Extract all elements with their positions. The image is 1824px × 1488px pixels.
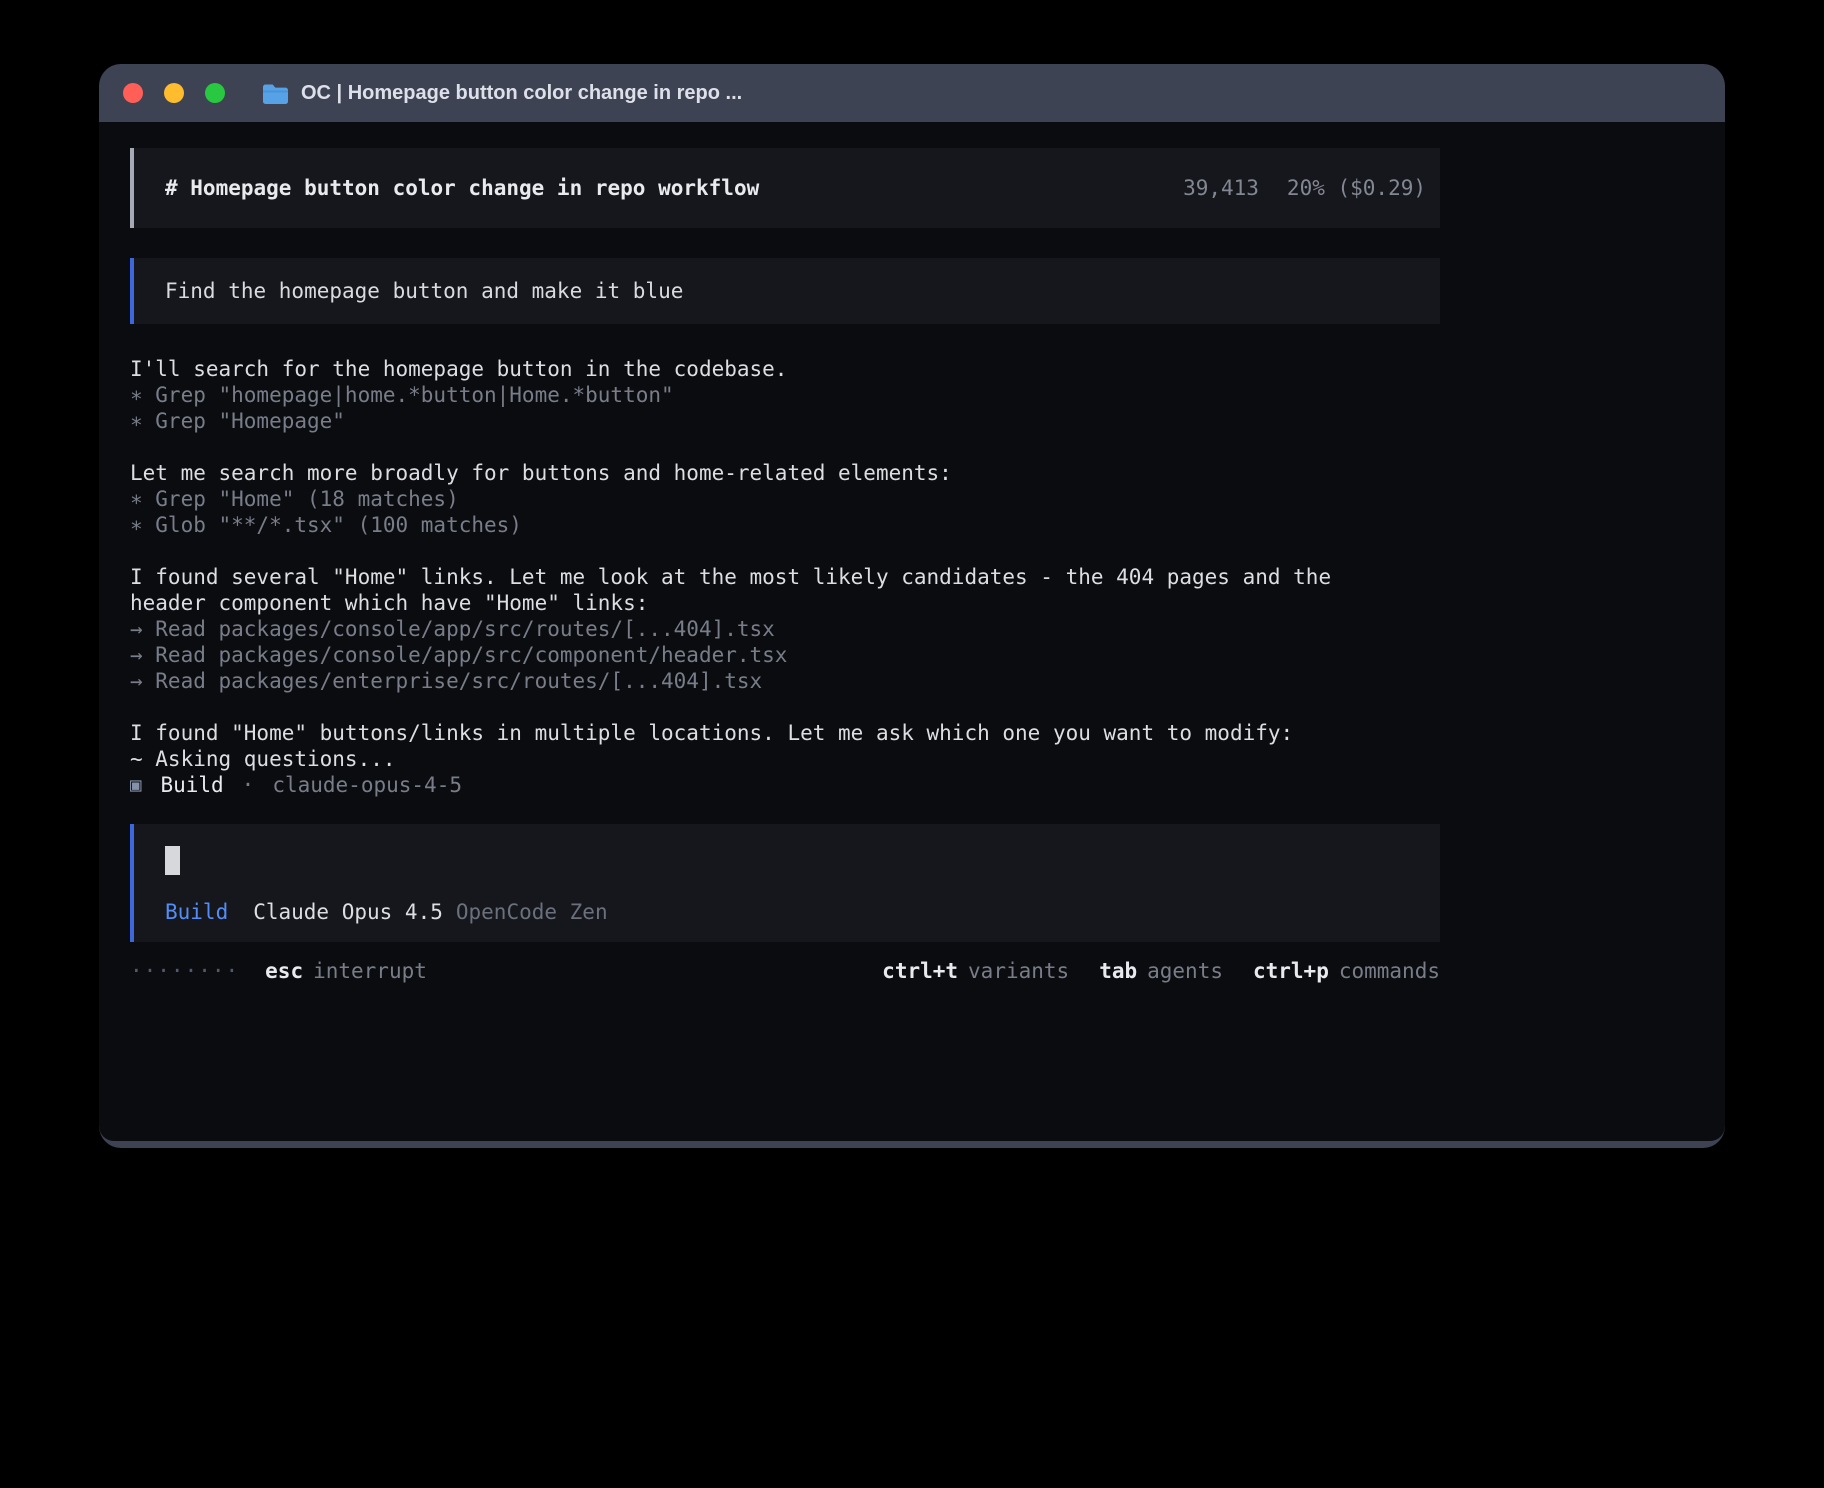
terminal-window: OC | Homepage button color change in rep…	[99, 64, 1725, 1148]
folder-icon	[262, 83, 289, 104]
window-controls	[123, 83, 225, 103]
hint-agents: tab agents	[1099, 959, 1223, 983]
status-bar-right: ctrl+t variants tab agents ctrl+p comman…	[852, 959, 1440, 983]
tui-column: # Homepage button color change in repo w…	[130, 148, 1440, 988]
hint-label: interrupt	[313, 959, 427, 983]
hint-commands: ctrl+p commands	[1253, 959, 1440, 983]
zoom-button[interactable]	[205, 83, 225, 103]
status-bar: ········ esc interrupt ctrl+t variants t…	[130, 954, 1440, 988]
file-read-line: → Read packages/console/app/src/componen…	[130, 642, 1440, 668]
close-button[interactable]	[123, 83, 143, 103]
hint-key: ctrl+p	[1253, 959, 1329, 983]
tool-call-line: ∗ Grep "Homepage"	[130, 408, 1440, 434]
mode-label: Build	[165, 899, 228, 925]
status-text: ~ Asking questions...	[130, 746, 1440, 772]
tool-call-group: ∗ Grep "homepage|home.*button|Home.*butt…	[130, 382, 1440, 434]
input-meta: Build Claude Opus 4.5 OpenCode Zen	[165, 899, 1440, 925]
terminal-content: # Homepage button color change in repo w…	[99, 122, 1725, 1141]
assistant-text: I found several "Home" links. Let me loo…	[130, 564, 1380, 616]
tool-call-group: ∗ Grep "Home" (18 matches) ∗ Glob "**/*.…	[130, 486, 1440, 538]
hint-variants: ctrl+t variants	[882, 959, 1069, 983]
separator-dot: ·	[242, 773, 255, 797]
file-read-line: → Read packages/enterprise/src/routes/[.…	[130, 668, 1440, 694]
file-read-group: → Read packages/console/app/src/routes/[…	[130, 616, 1440, 694]
agent-icon: ▣	[130, 774, 141, 796]
tool-call-line: ∗ Glob "**/*.tsx" (100 matches)	[130, 512, 1440, 538]
provider-label: OpenCode Zen	[456, 899, 608, 925]
user-message-text: Find the homepage button and make it blu…	[165, 279, 683, 303]
agent-model: claude-opus-4-5	[272, 773, 462, 797]
assistant-text: Let me search more broadly for buttons a…	[130, 460, 1440, 486]
spinner-dots: ········	[130, 959, 239, 983]
hint-label: agents	[1147, 959, 1223, 983]
assistant-text: I found "Home" buttons/links in multiple…	[130, 720, 1440, 746]
hint-label: variants	[968, 959, 1069, 983]
tool-call-line: ∗ Grep "homepage|home.*button|Home.*butt…	[130, 382, 1440, 408]
hint-key: tab	[1099, 959, 1137, 983]
token-count: 39,413	[1183, 176, 1259, 200]
model-label: Claude Opus 4.5	[253, 899, 443, 925]
assistant-text: I'll search for the homepage button in t…	[130, 356, 1440, 382]
session-stats: 39,413 20% ($0.29)	[1183, 176, 1426, 200]
hint-label: commands	[1339, 959, 1440, 983]
minimize-button[interactable]	[164, 83, 184, 103]
hint-key: ctrl+t	[882, 959, 958, 983]
user-message: Find the homepage button and make it blu…	[130, 258, 1440, 324]
status-bar-left: ········ esc interrupt	[130, 959, 427, 983]
file-read-line: → Read packages/console/app/src/routes/[…	[130, 616, 1440, 642]
session-title: # Homepage button color change in repo w…	[165, 176, 759, 200]
agent-name: Build	[160, 773, 223, 797]
prompt-input[interactable]: Build Claude Opus 4.5 OpenCode Zen	[130, 824, 1440, 942]
session-header: # Homepage button color change in repo w…	[130, 148, 1440, 228]
input-line[interactable]	[165, 846, 1440, 875]
hint-interrupt: esc interrupt	[265, 959, 427, 983]
hint-key: esc	[265, 959, 303, 983]
text-cursor	[165, 846, 180, 875]
window-title: OC | Homepage button color change in rep…	[301, 82, 742, 105]
context-usage: 20% ($0.29)	[1287, 176, 1426, 200]
tool-call-line: ∗ Grep "Home" (18 matches)	[130, 486, 1440, 512]
agent-status-line: ▣ Build · claude-opus-4-5	[130, 772, 1440, 798]
titlebar: OC | Homepage button color change in rep…	[99, 64, 1725, 122]
